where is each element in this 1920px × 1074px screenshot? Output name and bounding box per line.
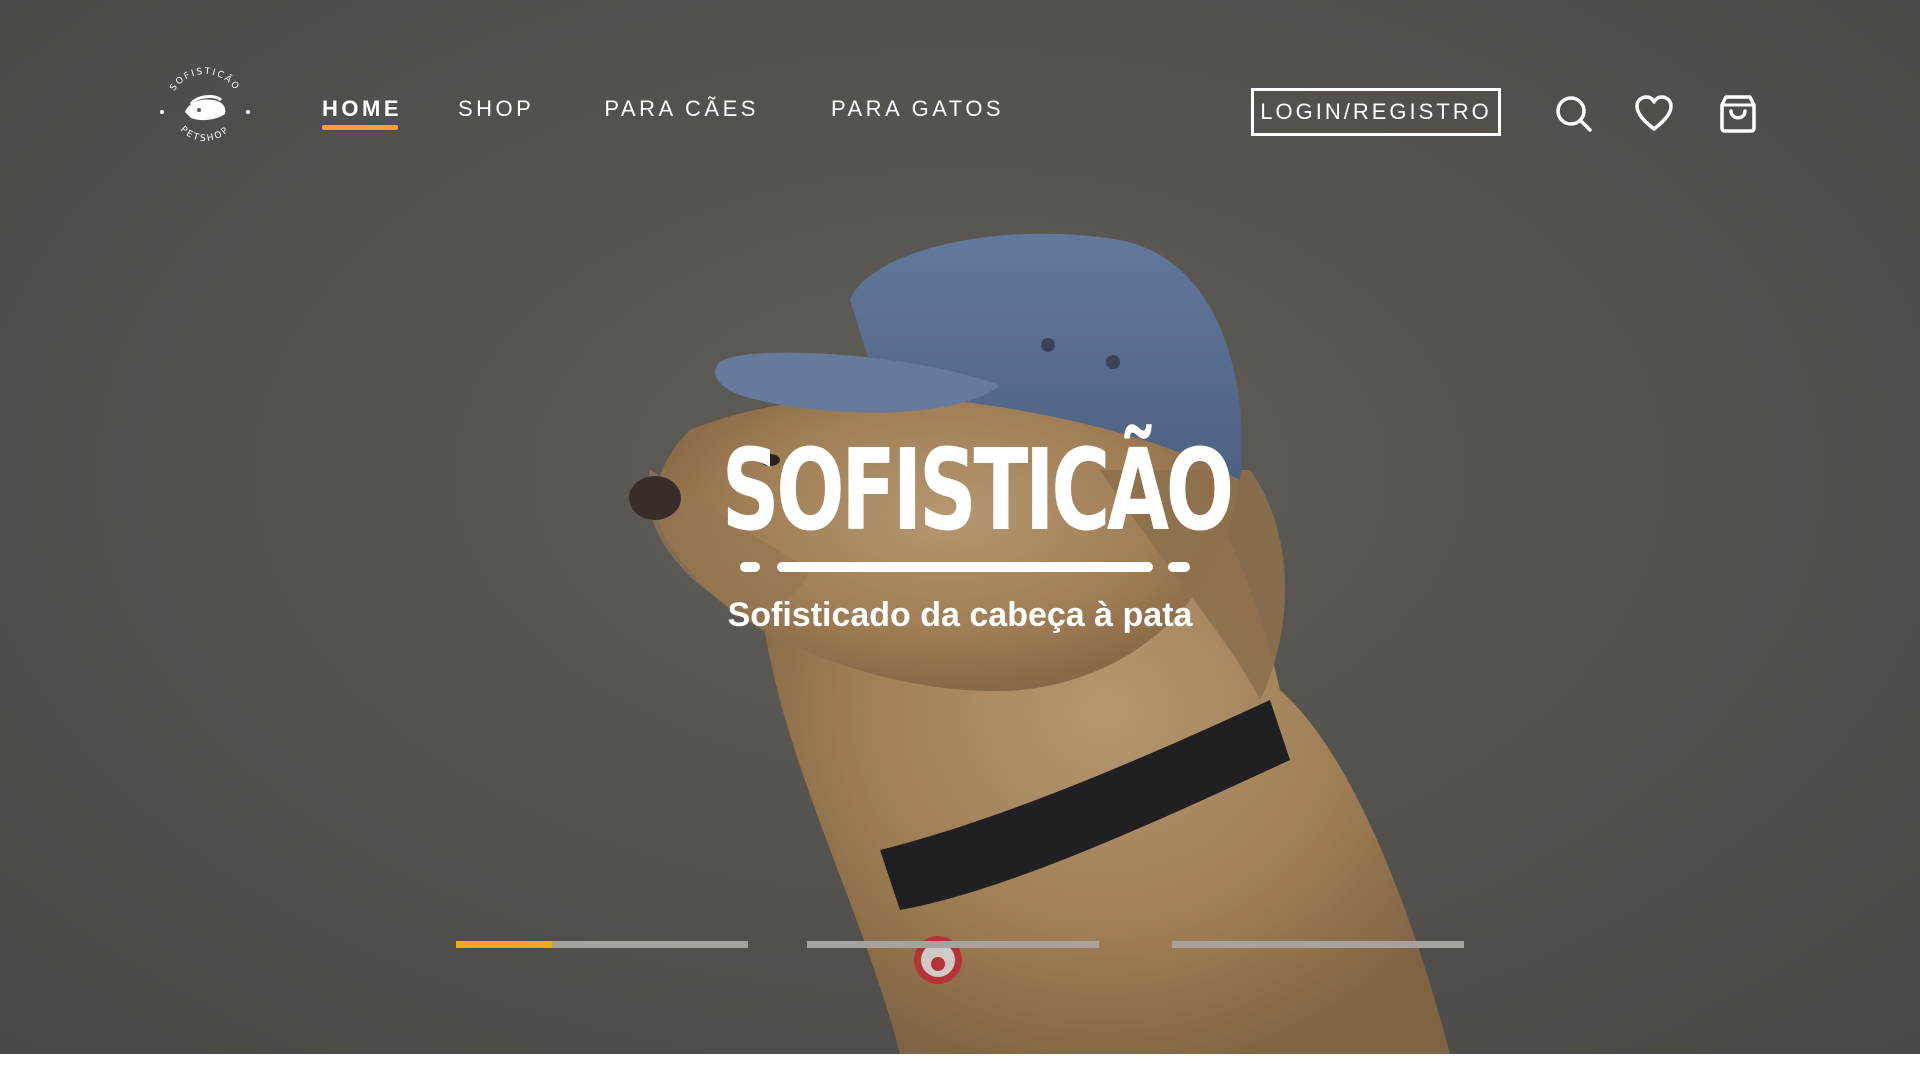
main-nav: HOME SHOP PARA CÃES PARA GATOS <box>322 96 1060 130</box>
brand-wordmark: SOFISTICÃO <box>721 426 1235 556</box>
shopping-bag-icon[interactable] <box>1718 94 1758 134</box>
svg-text:PETSHOP: PETSHOP <box>178 125 232 144</box>
logo-emblem: SOFISTICÃO PETSHOP <box>160 67 250 144</box>
logo-ring-text-bottom: PETSHOP <box>178 125 230 144</box>
hero-banner: SOFISTICÃO PETSHOP HOME SHOP PARA CÃES P… <box>0 0 1920 1054</box>
hero-tagline: Sofisticado da cabeça à pata <box>727 596 1193 634</box>
search-icon[interactable] <box>1554 94 1594 134</box>
nav-item-para-gatos[interactable]: PARA GATOS <box>831 96 1004 128</box>
nav-item-home[interactable]: HOME <box>322 96 402 130</box>
brand-logo[interactable]: SOFISTICÃO PETSHOP <box>155 60 255 160</box>
nav-item-shop[interactable]: SHOP <box>458 96 534 128</box>
slide-indicator-1[interactable] <box>456 941 748 948</box>
slide-indicator-3[interactable] <box>1172 941 1464 948</box>
login-register-button[interactable]: LOGIN/REGISTRO <box>1251 88 1501 136</box>
heart-icon[interactable] <box>1634 94 1674 134</box>
svg-text:SOFISTICÃO: SOFISTICÃO <box>168 67 241 93</box>
brand-underline <box>740 562 1190 572</box>
nav-item-para-caes[interactable]: PARA CÃES <box>604 96 759 128</box>
slide-progress-1 <box>456 941 553 948</box>
logo-ring-text-top: SOFISTICÃO <box>168 67 239 93</box>
slide-indicator-2[interactable] <box>807 941 1099 948</box>
